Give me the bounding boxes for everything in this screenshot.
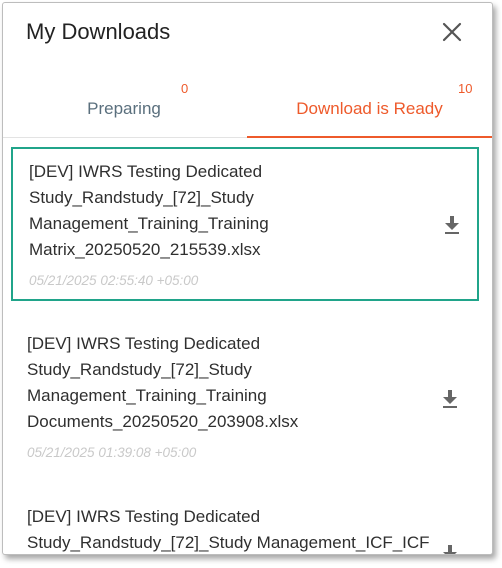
download-item[interactable]: [DEV] IWRS Testing Dedicated Study_Rands… [11,494,479,554]
download-icon[interactable] [443,215,461,235]
file-name-line: [DEV] IWRS Testing Dedicated [27,507,261,526]
file-name-line: Management_Training_Training [27,386,267,405]
tab-preparing-count: 0 [181,81,189,96]
tab-download-ready[interactable]: 10 Download is Ready [247,75,492,137]
download-date: 05/21/2025 02:55:40 +05:00 [29,273,199,288]
panel-title: My Downloads [26,19,171,44]
download-file-name: [DEV] IWRS Testing Dedicated Study_Rands… [27,504,447,554]
close-icon[interactable] [437,17,467,47]
download-item[interactable]: [DEV] IWRS Testing Dedicated Study_Rands… [11,321,479,471]
file-name-line: Documents_20250520_203908.xlsx [27,412,299,431]
file-name-line: [DEV] IWRS Testing Dedicated [29,162,263,181]
download-date: 05/21/2025 01:39:08 +05:00 [27,445,197,460]
tab-ready-label: Download is Ready [296,99,443,118]
tab-ready-count: 10 [458,81,473,96]
file-name-line: Study_Randstudy_[72]_Study Management_IC… [27,533,430,552]
file-name-line: [DEV] IWRS Testing Dedicated [27,334,261,353]
download-icon[interactable] [441,389,459,409]
file-name-line: Study_Randstudy_[72]_Study [29,188,254,207]
download-file-name: [DEV] IWRS Testing Dedicated Study_Rands… [29,159,419,263]
active-tab-underline [247,136,492,138]
file-name-line: Study_Randstudy_[72]_Study [27,360,252,379]
downloads-panel: My Downloads 0 Preparing 10 Download is … [2,2,493,555]
download-file-name: [DEV] IWRS Testing Dedicated Study_Rands… [27,331,417,435]
download-icon[interactable] [441,544,459,554]
tab-preparing-label: Preparing [87,99,161,118]
tab-preparing[interactable]: 0 Preparing [3,75,245,137]
file-name-line: Management_Training_Training [29,214,269,233]
file-name-line: Matrix_20250520_215539.xlsx [29,240,261,259]
download-item[interactable]: [DEV] IWRS Testing Dedicated Study_Rands… [11,147,479,301]
tab-bar: 0 Preparing 10 Download is Ready [3,75,492,141]
